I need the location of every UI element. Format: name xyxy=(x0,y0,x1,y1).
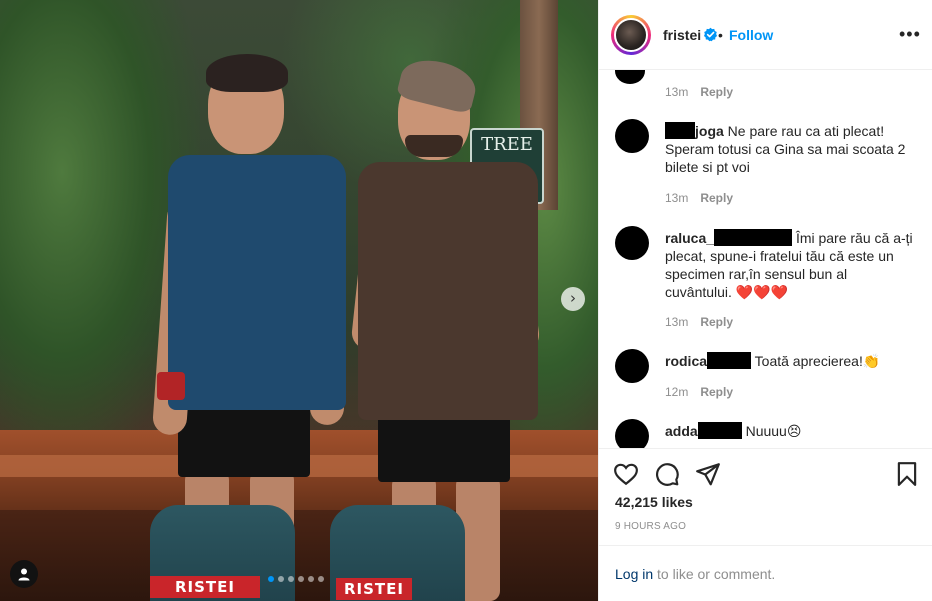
comment-body: raluca_ Îmi pare rău că a-ți plecat, spu… xyxy=(665,229,915,301)
likes-count[interactable]: 42,215 likes xyxy=(615,494,693,510)
carousel-dot xyxy=(298,576,304,582)
comment-meta: 13m Reply xyxy=(665,85,733,99)
verified-badge-icon xyxy=(703,27,718,42)
post-side-panel: fristei • Follow ••• 13m Reply joga Ne pa… xyxy=(598,0,932,601)
comment-reply-button[interactable]: Reply xyxy=(700,85,733,99)
carousel-dots xyxy=(268,576,324,582)
tagged-users-button[interactable] xyxy=(10,560,38,588)
comment-username[interactable]: rodica xyxy=(665,353,707,369)
comment-avatar[interactable] xyxy=(615,226,649,260)
more-options-button[interactable]: ••• xyxy=(899,24,921,45)
post-actions: 42,215 likes 9 HOURS AGO Log in to like … xyxy=(599,448,932,598)
comment-avatar[interactable] xyxy=(615,419,649,448)
carousel-dot xyxy=(278,576,284,582)
comment-time: 13m xyxy=(665,191,689,205)
comment-icon[interactable] xyxy=(654,461,680,487)
carousel-dot xyxy=(288,576,294,582)
redaction-bar xyxy=(697,422,742,439)
comment-avatar[interactable] xyxy=(615,349,649,383)
login-suffix-text: to like or comment. xyxy=(653,566,776,582)
comment-avatar[interactable] xyxy=(615,70,645,84)
comment-reply-button[interactable]: Reply xyxy=(700,315,733,329)
profile-username[interactable]: fristei xyxy=(663,27,701,43)
post-timestamp[interactable]: 9 HOURS AGO xyxy=(615,521,686,532)
heart-icon[interactable] xyxy=(613,461,639,487)
comment-username[interactable]: raluca_ xyxy=(665,230,714,246)
carousel-next-button[interactable]: › xyxy=(561,287,585,311)
post-photo[interactable]: TREE RISTEI MARE RISTEI MIC › xyxy=(0,0,598,601)
carousel-dot xyxy=(318,576,324,582)
login-link[interactable]: Log in xyxy=(615,566,653,582)
comment-time: 13m xyxy=(665,315,689,329)
user-icon xyxy=(18,568,30,581)
carousel-dot xyxy=(268,576,274,582)
avatar xyxy=(614,18,648,52)
comment-username[interactable]: joga xyxy=(695,123,724,139)
backpack-right-label: RISTEI MIC xyxy=(336,578,412,600)
profile-avatar[interactable] xyxy=(611,15,651,55)
comment-avatar[interactable] xyxy=(615,119,649,153)
floor xyxy=(0,510,598,601)
comment-text: Nuuuu😣 xyxy=(745,423,802,439)
bookmark-icon[interactable] xyxy=(894,461,920,487)
comment-meta: 13m Reply xyxy=(665,191,733,205)
comment-meta: 12m Reply xyxy=(665,385,733,399)
redaction-bar xyxy=(714,229,793,246)
comment-reply-button[interactable]: Reply xyxy=(700,191,733,205)
login-prompt: Log in to like or comment. xyxy=(599,545,932,599)
comment-time: 12m xyxy=(665,385,689,399)
comments-list[interactable]: 13m Reply joga Ne pare rau ca ati plecat!… xyxy=(599,70,932,448)
comment-reply-button[interactable]: Reply xyxy=(700,385,733,399)
backpack-left-label: RISTEI MARE xyxy=(150,576,260,601)
share-icon[interactable] xyxy=(695,461,721,487)
follow-button[interactable]: Follow xyxy=(729,27,773,43)
redaction-bar xyxy=(665,122,695,139)
post-header: fristei • Follow ••• xyxy=(599,0,932,70)
comment-text: Toată aprecierea!👏 xyxy=(754,353,881,369)
chevron-right-icon: › xyxy=(570,289,576,307)
comment-username[interactable]: adda xyxy=(665,423,698,439)
redaction-bar xyxy=(707,352,752,369)
comment-body: rodica Toată aprecierea!👏 xyxy=(665,352,915,370)
comment-time: 13m xyxy=(665,85,689,99)
comment-meta: 13m Reply xyxy=(665,315,733,329)
comment-body: joga Ne pare rau ca ati plecat! Speram t… xyxy=(665,122,915,176)
carousel-dot xyxy=(308,576,314,582)
header-separator: • xyxy=(718,27,723,43)
comment-body: adda Nuuuu😣 xyxy=(665,422,915,440)
